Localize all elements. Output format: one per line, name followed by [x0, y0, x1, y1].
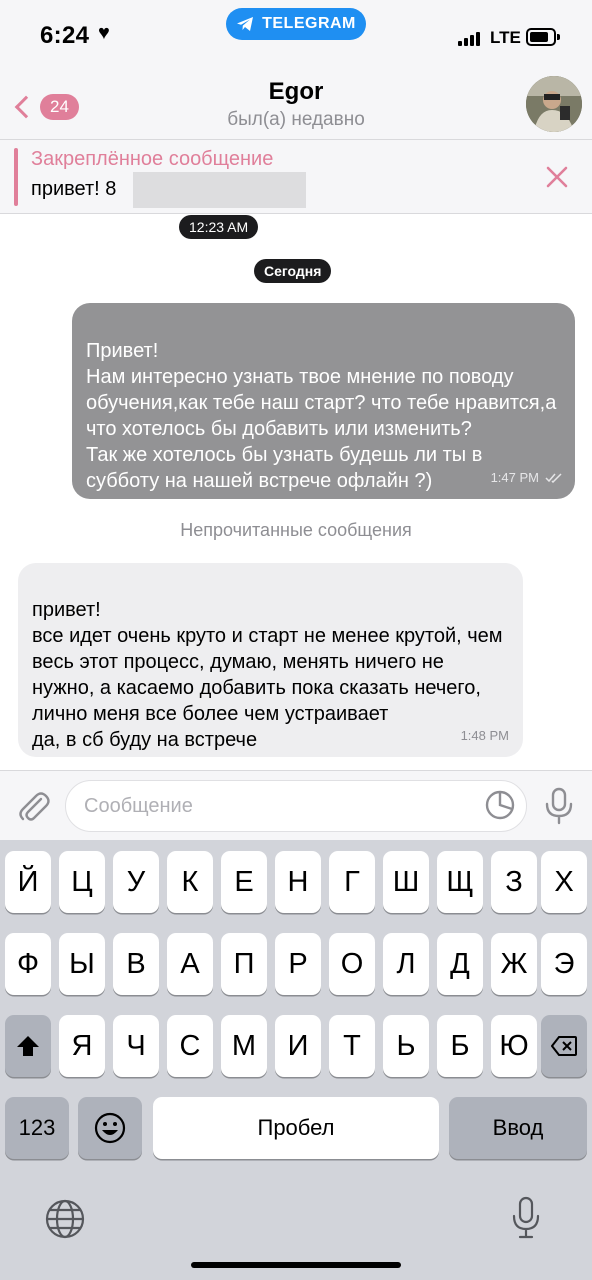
key-г[interactable]: Г — [329, 851, 375, 913]
sticker-icon[interactable] — [484, 789, 516, 821]
shift-key[interactable] — [5, 1015, 51, 1077]
backspace-icon — [551, 1036, 577, 1056]
emoji-key[interactable] — [78, 1097, 142, 1159]
home-indicator — [191, 1262, 401, 1268]
key-я[interactable]: Я — [59, 1015, 105, 1077]
redacted-block — [133, 172, 306, 208]
date-pill: Сегодня — [254, 259, 332, 283]
key-с[interactable]: С — [167, 1015, 213, 1077]
key-в[interactable]: В — [113, 933, 159, 995]
key-л[interactable]: Л — [383, 933, 429, 995]
incoming-message[interactable]: привет! все идет очень круто и старт не … — [18, 563, 523, 757]
message-input[interactable]: Сообщение — [65, 780, 527, 832]
paperclip-icon[interactable] — [14, 787, 52, 825]
dictation-mic-icon[interactable] — [510, 1196, 542, 1240]
status-time: 6:24 — [40, 22, 90, 49]
signal-icon — [458, 30, 486, 46]
telegram-pill[interactable]: TELEGRAM — [226, 8, 366, 40]
key-ь[interactable]: Ь — [383, 1015, 429, 1077]
telegram-pill-label: TELEGRAM — [262, 15, 356, 32]
incoming-message-text: привет! все идет очень круто и старт не … — [32, 599, 503, 751]
message-placeholder: Сообщение — [84, 794, 193, 817]
key-к[interactable]: К — [167, 851, 213, 913]
status-bar: 6:24 ♥ TELEGRAM LTE — [0, 0, 592, 64]
pinned-accent-bar — [14, 148, 18, 206]
incoming-time: 1:48 PM — [460, 728, 509, 743]
contact-status: был(а) недавно — [227, 109, 365, 130]
key-щ[interactable]: Щ — [437, 851, 483, 913]
pinned-message[interactable]: Закреплённое сообщение привет! 8 — [0, 140, 592, 214]
key-д[interactable]: Д — [437, 933, 483, 995]
key-т[interactable]: Т — [329, 1015, 375, 1077]
key-х[interactable]: Х — [541, 851, 587, 913]
outgoing-time: 1:47 PM — [490, 470, 539, 485]
key-ш[interactable]: Ш — [383, 851, 429, 913]
backspace-key[interactable] — [541, 1015, 587, 1077]
emoji-smile-icon — [94, 1112, 126, 1144]
avatar-photo — [526, 76, 582, 132]
chat-header: 24 Egor был(а) недавно — [0, 64, 592, 140]
shift-arrow-icon — [17, 1036, 39, 1056]
telegram-plane-icon — [237, 17, 254, 31]
outgoing-message[interactable]: Привет! Нам интересно узнать твое мнение… — [72, 303, 575, 499]
voice-message-mic-icon[interactable] — [544, 787, 574, 825]
network-label: LTE — [490, 28, 521, 47]
return-key[interactable]: Ввод — [449, 1097, 587, 1159]
key-о[interactable]: О — [329, 933, 375, 995]
unread-divider: Непрочитанные сообщения — [180, 520, 412, 540]
key-п[interactable]: П — [221, 933, 267, 995]
contact-name[interactable]: Egor — [0, 78, 592, 106]
pinned-text: привет! 8 — [31, 178, 117, 200]
message-list[interactable]: 12:23 AM Сегодня Привет! Нам интересно у… — [0, 214, 592, 770]
key-р[interactable]: Р — [275, 933, 321, 995]
globe-icon[interactable] — [44, 1198, 86, 1240]
numbers-key[interactable]: 123 — [5, 1097, 69, 1159]
contact-avatar[interactable] — [526, 76, 582, 132]
key-ц[interactable]: Ц — [59, 851, 105, 913]
close-icon[interactable] — [544, 164, 570, 190]
key-м[interactable]: М — [221, 1015, 267, 1077]
time-pill: 12:23 AM — [179, 215, 259, 239]
outgoing-message-text: Привет! Нам интересно узнать твое мнение… — [86, 340, 557, 492]
key-у[interactable]: У — [113, 851, 159, 913]
read-checkmarks-icon — [545, 473, 562, 483]
pinned-title: Закреплённое сообщение — [31, 148, 274, 170]
key-а[interactable]: А — [167, 933, 213, 995]
key-и[interactable]: И — [275, 1015, 321, 1077]
key-ы[interactable]: Ы — [59, 933, 105, 995]
space-key[interactable]: Пробел — [153, 1097, 439, 1159]
key-е[interactable]: Е — [221, 851, 267, 913]
key-ю[interactable]: Ю — [491, 1015, 537, 1077]
heart-icon: ♥ — [98, 22, 110, 44]
battery-icon — [526, 28, 560, 46]
key-э[interactable]: Э — [541, 933, 587, 995]
composer-bar: Сообщение — [0, 770, 592, 840]
message-meta: 1:47 PM — [491, 465, 563, 491]
key-з[interactable]: З — [491, 851, 537, 913]
key-ф[interactable]: Ф — [5, 933, 51, 995]
key-й[interactable]: Й — [5, 851, 51, 913]
key-ж[interactable]: Ж — [491, 933, 537, 995]
key-б[interactable]: Б — [437, 1015, 483, 1077]
key-н[interactable]: Н — [275, 851, 321, 913]
key-ч[interactable]: Ч — [113, 1015, 159, 1077]
